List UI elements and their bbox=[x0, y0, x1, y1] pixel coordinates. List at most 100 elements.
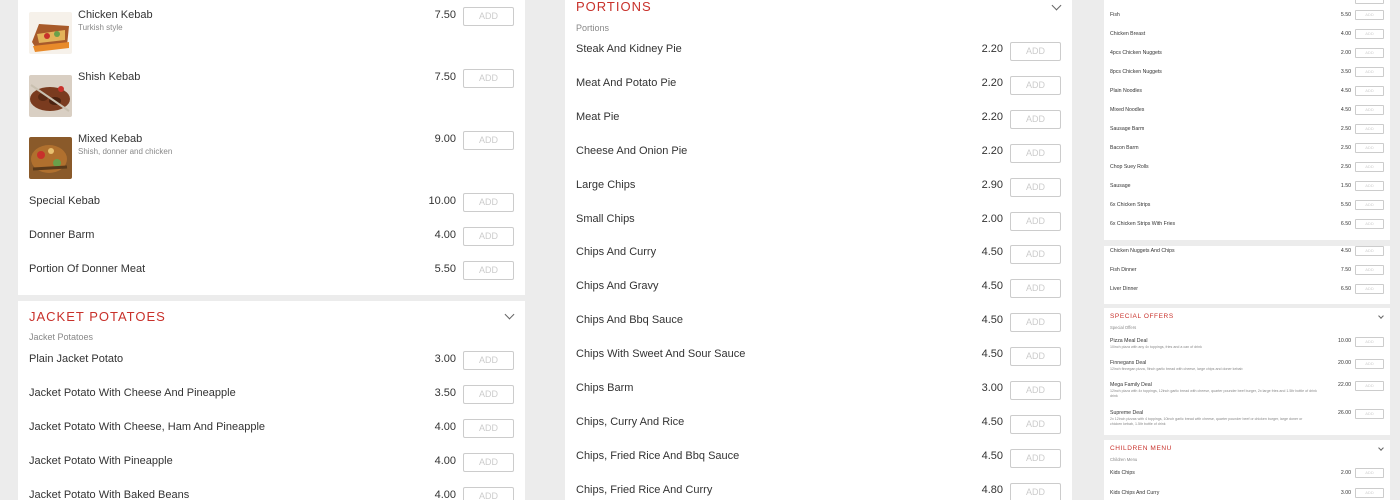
add-button[interactable]: ADD bbox=[1355, 124, 1384, 134]
add-button[interactable]: ADD bbox=[1355, 409, 1384, 419]
add-button[interactable]: ADD bbox=[1010, 414, 1061, 434]
add-button[interactable]: ADD bbox=[463, 487, 514, 500]
menu-item-name: Steak And Kidney Pie bbox=[576, 43, 682, 55]
add-button[interactable]: ADD bbox=[1355, 246, 1384, 256]
add-button[interactable]: ADD bbox=[1355, 105, 1384, 115]
add-button[interactable]: ADD bbox=[463, 419, 514, 438]
menu-item-price: 4.50 bbox=[1340, 107, 1351, 113]
section-title[interactable]: SPECIAL OFFERS bbox=[1110, 313, 1174, 320]
menu-item-price: 3.50 bbox=[1340, 69, 1351, 75]
menu-item-desc: Turkish style bbox=[78, 23, 123, 32]
add-button[interactable]: ADD bbox=[1010, 211, 1061, 231]
menu-item-price: 2.00 bbox=[1340, 50, 1351, 56]
add-button[interactable]: ADD bbox=[463, 131, 514, 150]
menu-item-name: Mixed Noodles bbox=[1110, 107, 1145, 113]
add-button[interactable]: ADD bbox=[1355, 265, 1384, 275]
menu-item-name: Chips, Fried Rice And Curry bbox=[576, 483, 713, 496]
menu-item-price: 6.50 bbox=[1340, 286, 1351, 292]
add-button[interactable]: ADD bbox=[463, 7, 514, 26]
add-button[interactable]: ADD bbox=[1355, 359, 1384, 369]
add-button[interactable]: ADD bbox=[1355, 468, 1384, 478]
kebab-section-panel: Chicken Kebab Turkish style 7.50 ADD Shi… bbox=[18, 0, 525, 295]
menu-item-price: 2.90 bbox=[981, 178, 1003, 191]
menu-item-price: 7.50 bbox=[434, 9, 456, 21]
add-button[interactable]: ADD bbox=[463, 385, 514, 404]
section-subtitle: Jacket Potatoes bbox=[29, 332, 94, 342]
add-button[interactable]: ADD bbox=[463, 351, 514, 370]
menu-item-name: Kids Chips bbox=[1110, 470, 1135, 476]
add-button[interactable]: ADD bbox=[463, 261, 514, 280]
chicken-kebab-image bbox=[29, 12, 72, 54]
add-button[interactable]: ADD bbox=[1355, 162, 1384, 172]
add-button[interactable]: ADD bbox=[1355, 86, 1384, 96]
menu-item-name: Chips And Bbq Sauce bbox=[576, 314, 684, 327]
add-button[interactable]: ADD bbox=[463, 69, 514, 88]
add-button[interactable]: ADD bbox=[1355, 284, 1384, 294]
add-button[interactable]: ADD bbox=[1010, 482, 1061, 500]
add-button[interactable]: ADD bbox=[1355, 48, 1384, 58]
add-button[interactable]: ADD bbox=[1010, 448, 1061, 468]
menu-item-price: 4.50 bbox=[1340, 88, 1351, 94]
add-button[interactable]: ADD bbox=[1355, 200, 1384, 210]
add-button[interactable]: ADD bbox=[1010, 109, 1061, 129]
menu-item-desc: drink bbox=[1110, 394, 1118, 398]
add-button[interactable]: ADD bbox=[1355, 219, 1384, 229]
menu-item-price: 4.50 bbox=[981, 449, 1003, 462]
add-button[interactable]: ADD bbox=[1355, 381, 1384, 391]
add-button[interactable]: ADD bbox=[463, 193, 514, 212]
add-button[interactable]: ADD bbox=[1355, 0, 1384, 4]
menu-item-price: 10.00 bbox=[428, 195, 456, 207]
add-button[interactable]: ADD bbox=[1010, 42, 1061, 61]
section-title[interactable]: JACKET POTATOES bbox=[29, 309, 166, 324]
menu-item-name: Chips, Curry And Rice bbox=[576, 415, 685, 428]
menu-item-price: 4.00 bbox=[434, 455, 456, 467]
menu-item-name: Fish Dinner bbox=[1110, 267, 1137, 273]
add-button[interactable]: ADD bbox=[1010, 347, 1061, 367]
menu-item-name: Donner Barm bbox=[29, 229, 95, 241]
add-button[interactable]: ADD bbox=[1010, 75, 1061, 95]
menu-item-price: 2.20 bbox=[981, 144, 1003, 157]
add-button[interactable]: ADD bbox=[1010, 143, 1061, 163]
menu-item-name: Chips And Curry bbox=[576, 246, 657, 259]
menu-item-price: 4.50 bbox=[981, 280, 1003, 293]
menu-item-desc: 12inch pizza with 4x toppings, 12inch ga… bbox=[1110, 389, 1317, 393]
section-title[interactable]: CHILDREN MENU bbox=[1110, 445, 1172, 452]
menu-item-name: Kids Chips And Curry bbox=[1110, 490, 1160, 496]
mains-panel-dinners: Chicken Nuggets And Chips 4.50 ADD Fish Din… bbox=[1104, 246, 1390, 304]
add-button[interactable]: ADD bbox=[1355, 10, 1384, 20]
menu-item-price: 2.20 bbox=[981, 110, 1003, 123]
menu-item-price: 2.00 bbox=[1340, 470, 1351, 476]
add-button[interactable]: ADD bbox=[463, 227, 514, 246]
menu-item-price: 26.00 bbox=[1338, 410, 1351, 416]
menu-item-desc: 10inch pizza with any 4x toppings, fries… bbox=[1110, 345, 1202, 349]
menu-item-price: 9.00 bbox=[434, 133, 456, 145]
menu-item-name: 8pcs Chicken Nuggets bbox=[1110, 69, 1162, 75]
menu-item-price: 5.50 bbox=[1340, 202, 1351, 208]
menu-item-price: 7.50 bbox=[434, 71, 456, 83]
section-title[interactable]: PORTIONS bbox=[576, 0, 652, 14]
chevron-down-icon[interactable] bbox=[1378, 445, 1384, 451]
add-button[interactable]: ADD bbox=[1010, 177, 1061, 197]
add-button[interactable]: ADD bbox=[1355, 337, 1384, 347]
add-button[interactable]: ADD bbox=[1355, 181, 1384, 191]
add-button[interactable]: ADD bbox=[1010, 381, 1061, 400]
add-button[interactable]: ADD bbox=[463, 453, 514, 472]
add-button[interactable]: ADD bbox=[1010, 279, 1061, 299]
add-button[interactable]: ADD bbox=[1010, 245, 1061, 265]
add-button[interactable]: ADD bbox=[1355, 143, 1384, 153]
chevron-down-icon[interactable] bbox=[1378, 313, 1384, 319]
chevron-down-icon[interactable] bbox=[504, 309, 515, 320]
menu-item-price: 10.00 bbox=[1338, 338, 1351, 344]
menu-item-name: Chicken Breast bbox=[1110, 31, 1146, 37]
add-button[interactable]: ADD bbox=[1355, 67, 1384, 77]
chevron-down-icon[interactable] bbox=[1051, 0, 1062, 11]
menu-item-name: Plain Noodles bbox=[1110, 88, 1143, 94]
menu-item-name: Large Chips bbox=[576, 178, 636, 191]
portions-panel: PORTIONS Portions Steak And Kidney Pie 2.… bbox=[565, 0, 1072, 500]
add-button[interactable]: ADD bbox=[1010, 313, 1061, 333]
add-button[interactable]: ADD bbox=[1355, 29, 1384, 39]
menu-item-name: 6x Chicken Strips bbox=[1110, 202, 1151, 208]
add-button[interactable]: ADD bbox=[1355, 488, 1384, 498]
menu-item-price: 4.50 bbox=[981, 415, 1003, 428]
section-subtitle: Children Menu bbox=[1110, 457, 1138, 462]
